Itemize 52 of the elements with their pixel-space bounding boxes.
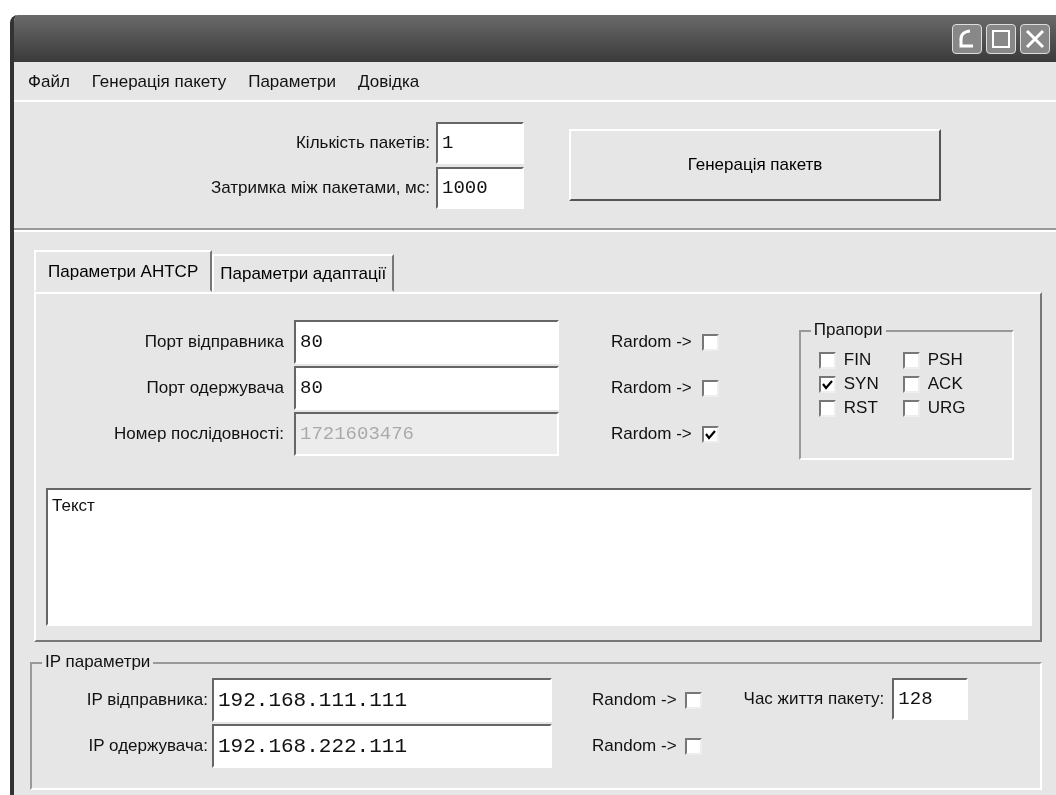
checkbox[interactable] [684, 737, 702, 755]
ttl-field[interactable]: 128 [892, 678, 969, 720]
close-icon [1024, 27, 1046, 50]
field-label: IP відправника: [85, 690, 209, 710]
field-label: Порт одержувача [145, 378, 285, 398]
flag-label: ACK [927, 374, 963, 394]
input-field[interactable]: 80 [294, 366, 559, 410]
close-button[interactable] [1020, 23, 1050, 54]
tab[interactable]: Параметри AHTCP [34, 250, 213, 292]
input-field[interactable]: 80 [294, 320, 559, 364]
input-field[interactable]: 192.168.111.111 [212, 678, 552, 722]
packet-count-label: Кількість пакетів: [294, 132, 430, 153]
flag-label: FIN [843, 350, 872, 370]
menu-item[interactable]: Параметри [248, 72, 337, 92]
random-label: Random -> [592, 690, 677, 710]
flag-label: URG [927, 398, 966, 418]
maximize-icon [990, 27, 1012, 50]
checkbox[interactable] [818, 351, 836, 369]
input-field[interactable]: 192.168.222.111 [212, 724, 552, 768]
random-label: Rardom -> [611, 378, 692, 398]
checkbox[interactable] [902, 399, 920, 417]
flag-label: PSH [927, 350, 963, 370]
checkbox[interactable] [701, 333, 719, 351]
checkbox[interactable] [684, 691, 702, 709]
text-area-value: Текст [52, 496, 95, 515]
group-title: IP параметри [42, 652, 154, 672]
packet-count-field[interactable]: 1 [436, 121, 524, 164]
random-label: Random -> [592, 736, 677, 756]
checkbox[interactable] [902, 375, 920, 393]
flag-label: RST [843, 398, 878, 418]
menu-item[interactable]: Довідка [358, 72, 420, 92]
tab[interactable]: Параметри адаптації [212, 254, 395, 292]
generate-button[interactable]: Генерація пакетв [569, 129, 941, 201]
checkbox[interactable] [902, 351, 920, 369]
field-label: Порт відправника [143, 332, 285, 352]
random-label: Rardom -> [611, 332, 692, 352]
checkbox[interactable] [818, 375, 836, 393]
text-area[interactable]: Текст [46, 488, 1032, 626]
ttl-label: Час життя пакету: [743, 689, 885, 709]
field-label: IP одержувача: [87, 736, 209, 756]
checkbox[interactable] [701, 379, 719, 397]
menu-item[interactable]: Генерація пакету [91, 72, 227, 92]
random-label: Rardom -> [611, 424, 692, 444]
packet-delay-label: Затримка між пакетами, мс: [209, 177, 430, 198]
minimize-button[interactable] [952, 23, 982, 54]
menu-item[interactable]: Файл [28, 72, 70, 92]
maximize-button[interactable] [986, 23, 1016, 54]
field-label: Номер послідовності: [113, 424, 285, 444]
packet-delay-field[interactable]: 1000 [436, 166, 524, 209]
checkbox[interactable] [818, 399, 836, 417]
flag-label: SYN [843, 374, 879, 394]
group-title: Прапори [810, 320, 886, 340]
